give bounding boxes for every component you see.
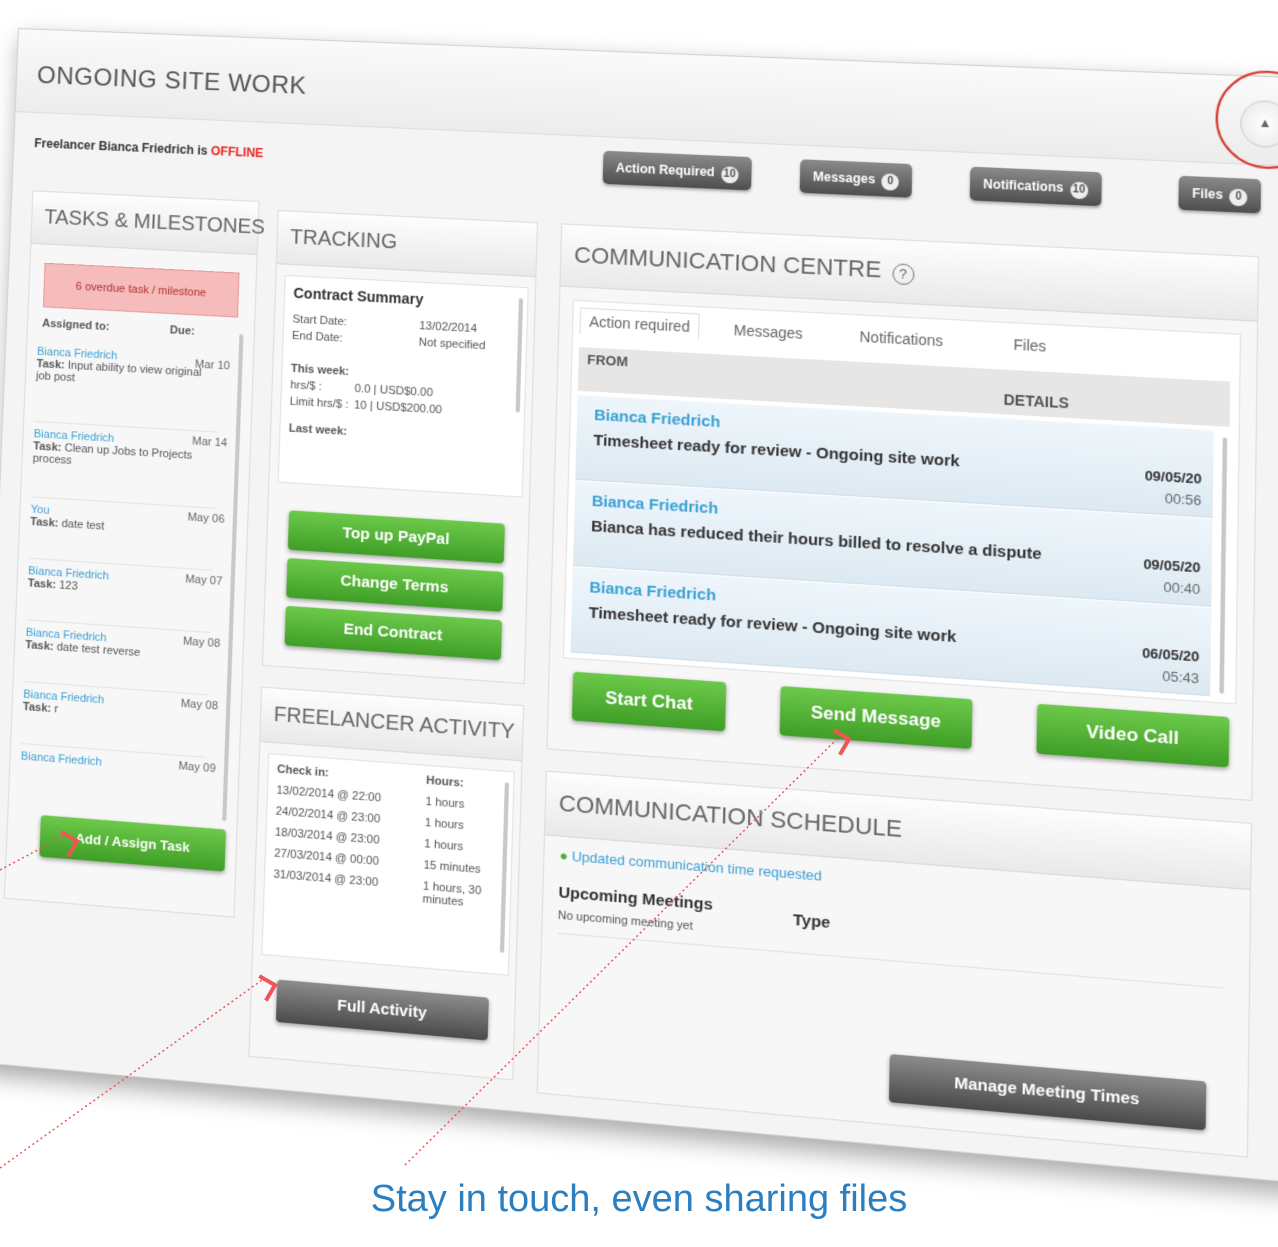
caption: Stay in touch, even sharing files (370, 1178, 908, 1220)
annotation-line-tasks (0, 835, 65, 871)
annotation-line-message (404, 737, 839, 1166)
annotation-line-activity (0, 979, 263, 1169)
stage: ONGOING SITE WORK ▲ Freelancer Bianca Fr… (0, 0, 1278, 1247)
annotation-lines (0, 737, 839, 1169)
